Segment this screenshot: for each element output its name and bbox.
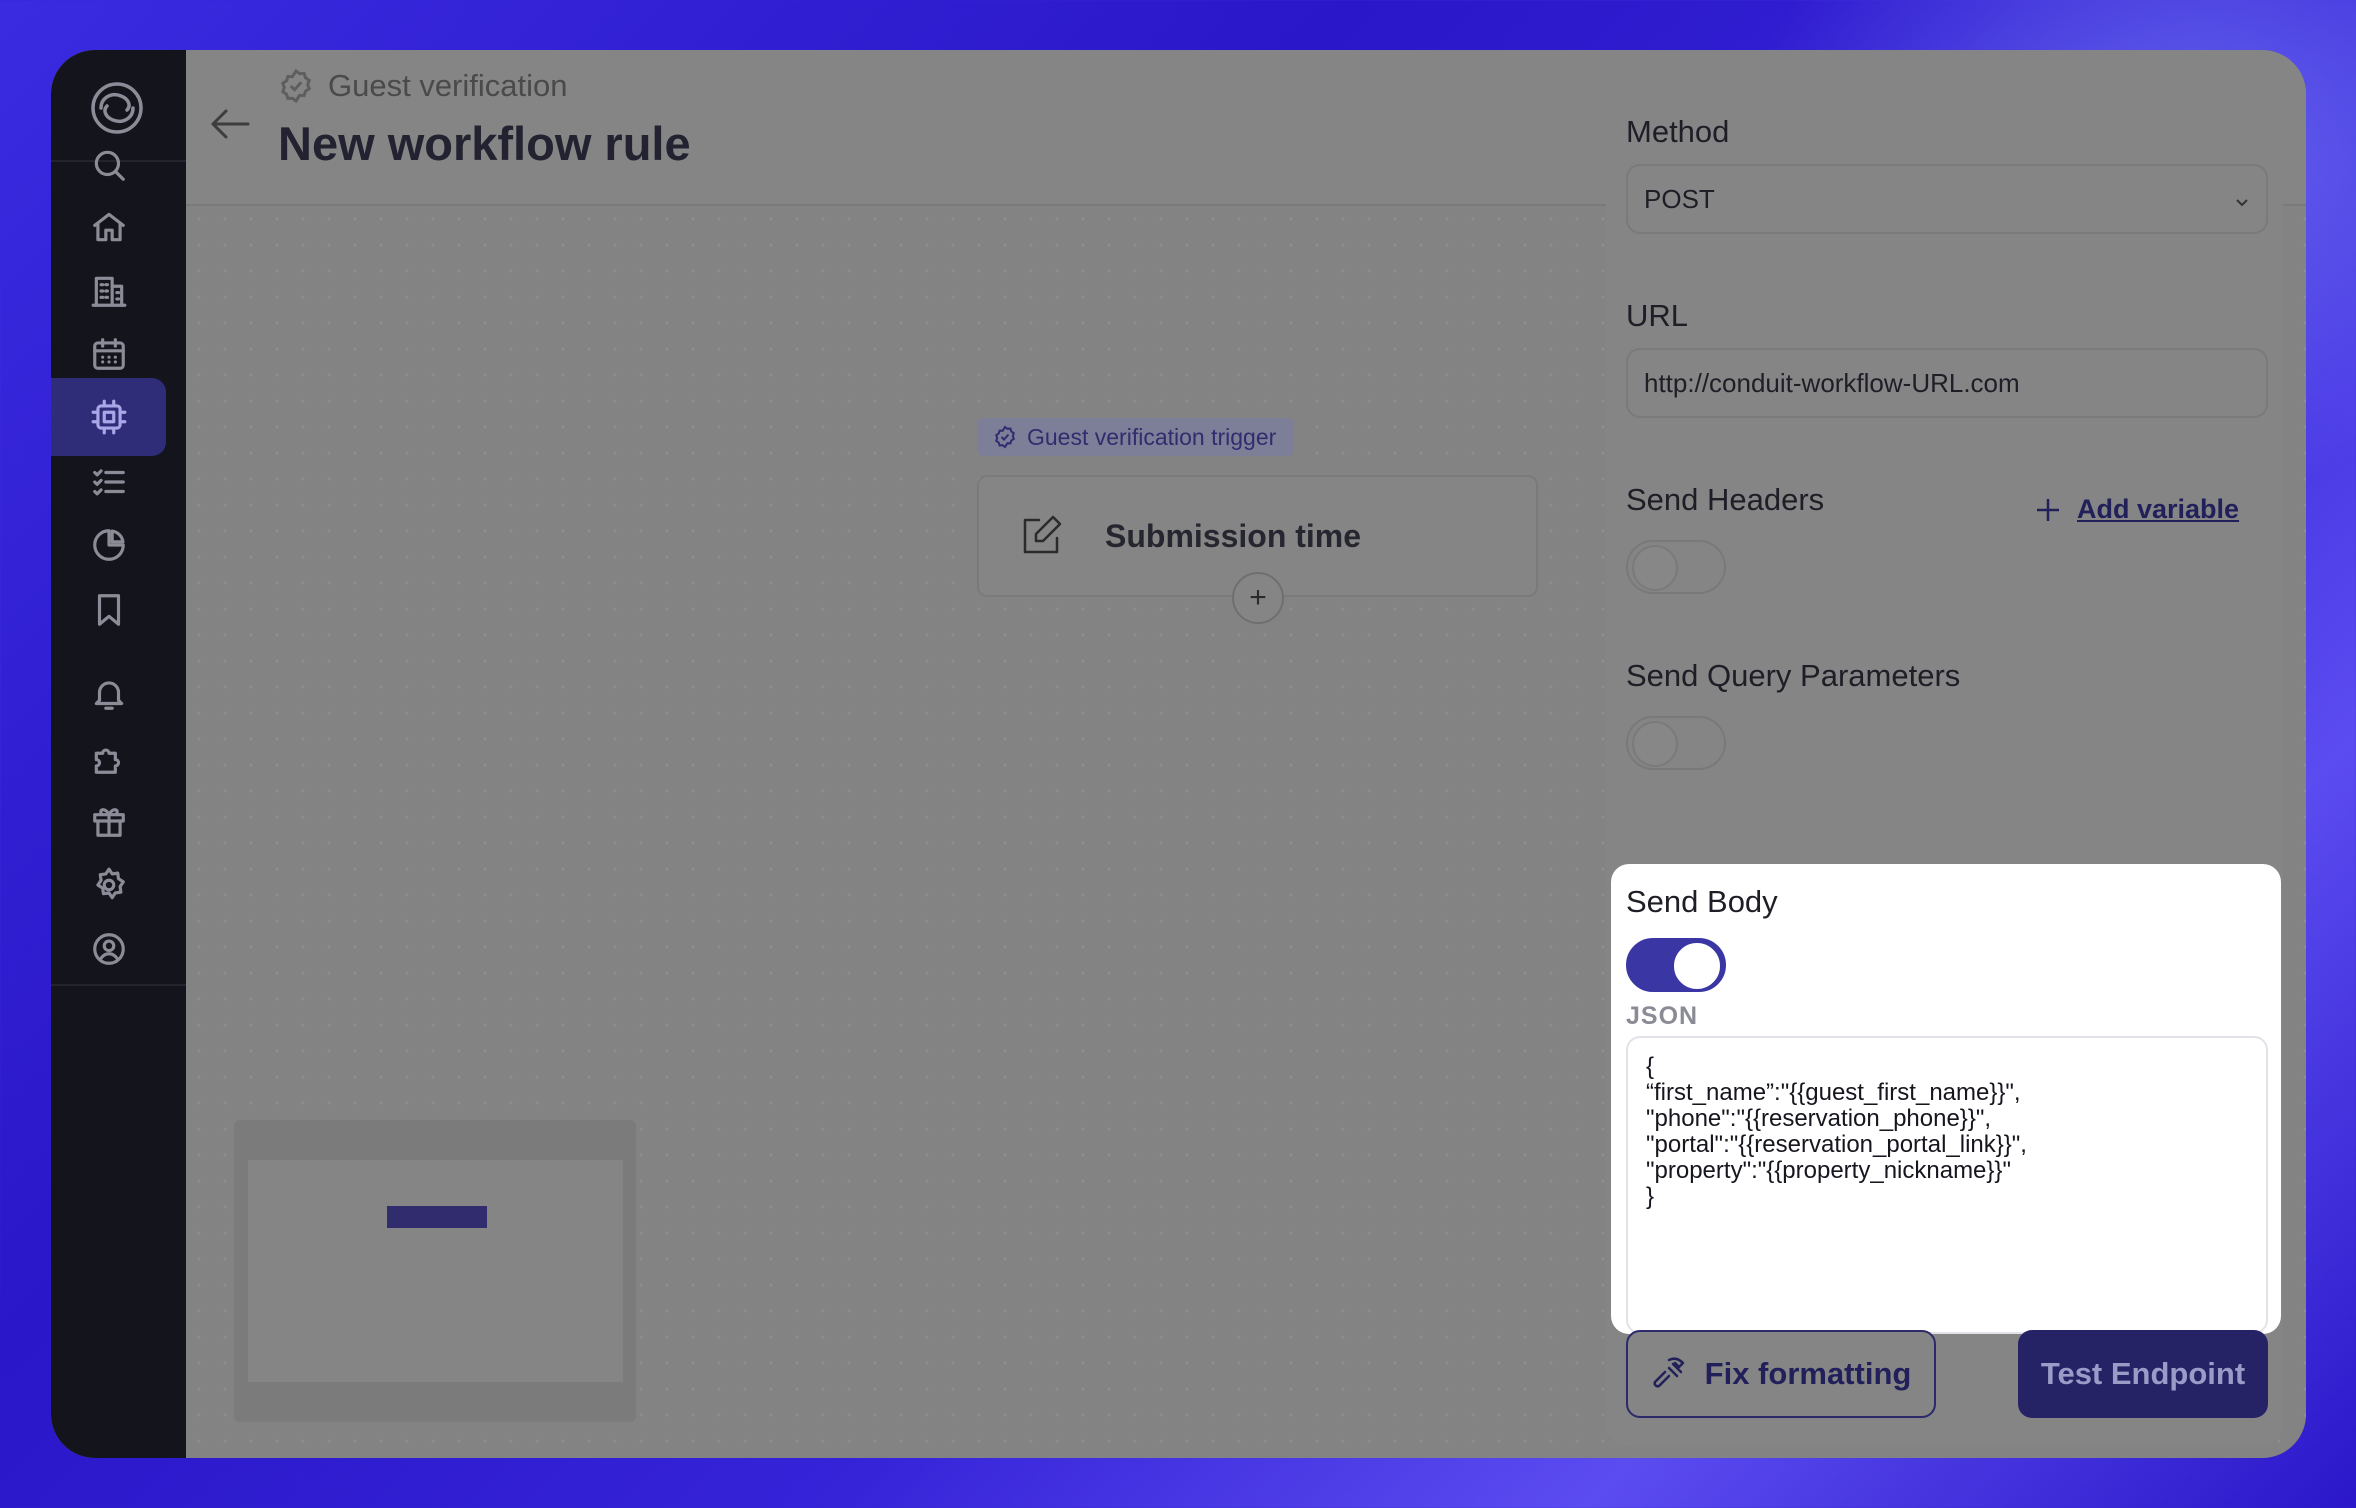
fix-formatting-button[interactable]: Fix formatting (1626, 1330, 1936, 1418)
breadcrumb[interactable]: Guest verification (278, 68, 568, 104)
send-body-section: Send Body JSON { “first_name”:"{{guest_f… (1611, 864, 2281, 1334)
send-body-toggle[interactable] (1626, 938, 1726, 992)
send-headers-toggle[interactable] (1626, 540, 1726, 594)
user-circle-icon (92, 933, 125, 965)
search-icon (94, 150, 125, 181)
http-request-panel: Method POST URL http://conduit-workflow-… (1606, 62, 2283, 1447)
edit-icon (1023, 515, 1062, 554)
cpu-chip-icon (91, 399, 126, 435)
send-query-label: Send Query Parameters (1626, 658, 1961, 693)
sidebar (51, 50, 186, 1458)
plus-icon (2037, 498, 2059, 521)
arrow-left-icon (211, 109, 250, 139)
sidebar-item-profile[interactable] (51, 910, 166, 988)
add-step-button[interactable]: + (1232, 572, 1284, 624)
gift-icon (92, 808, 125, 837)
fix-formatting-label: Fix formatting (1704, 1356, 1912, 1391)
test-endpoint-button[interactable]: Test Endpoint (2018, 1330, 2268, 1418)
breadcrumb-label: Guest verification (328, 68, 568, 103)
trigger-tag-label: Guest verification trigger (1027, 423, 1277, 450)
toggle-knob (1632, 721, 1678, 767)
calendar-icon (92, 338, 125, 370)
gear-icon (95, 867, 125, 900)
pie-chart-icon (92, 529, 125, 561)
method-label: Method (1626, 114, 1730, 149)
send-headers-label: Send Headers (1626, 482, 1825, 517)
badge-check-icon (280, 68, 312, 104)
toggle-knob (1632, 545, 1678, 591)
url-input[interactable]: http://conduit-workflow-URL.com (1626, 348, 2268, 418)
minimap-viewport (248, 1160, 623, 1382)
bookmark-icon (97, 594, 120, 626)
building-icon (91, 276, 126, 307)
add-variable-button[interactable]: Add variable (2033, 494, 2239, 525)
url-value: http://conduit-workflow-URL.com (1644, 367, 2020, 398)
badge-check-icon (994, 425, 1016, 449)
json-label: JSON (1626, 1002, 1699, 1030)
page-title: New workflow rule (278, 117, 691, 170)
json-body-editor[interactable]: { “first_name”:"{{guest_first_name}}", "… (1626, 1036, 2268, 1334)
bell-icon (94, 681, 123, 710)
trigger-node-label: Submission time (1105, 517, 1362, 554)
method-select[interactable]: POST (1626, 164, 2268, 234)
send-body-label: Send Body (1626, 884, 1778, 919)
trigger-tag: Guest verification trigger (977, 418, 1295, 456)
minimap[interactable] (234, 1120, 636, 1422)
puzzle-icon (94, 748, 120, 774)
back-button[interactable] (206, 100, 256, 150)
checklist-icon (92, 469, 125, 496)
url-label: URL (1626, 298, 1689, 333)
toggle-knob (1674, 943, 1720, 989)
send-query-toggle[interactable] (1626, 716, 1726, 770)
add-variable-label: Add variable (2077, 494, 2240, 524)
sidebar-item-saved[interactable] (51, 571, 166, 649)
chevron-down-icon (2232, 188, 2252, 208)
home-icon (92, 212, 125, 242)
method-value: POST (1644, 183, 1715, 214)
app-window: Guest verification New workflow rule Gue… (51, 50, 2306, 1458)
hammer-icon (1653, 1357, 1684, 1388)
minimap-node (387, 1206, 487, 1228)
